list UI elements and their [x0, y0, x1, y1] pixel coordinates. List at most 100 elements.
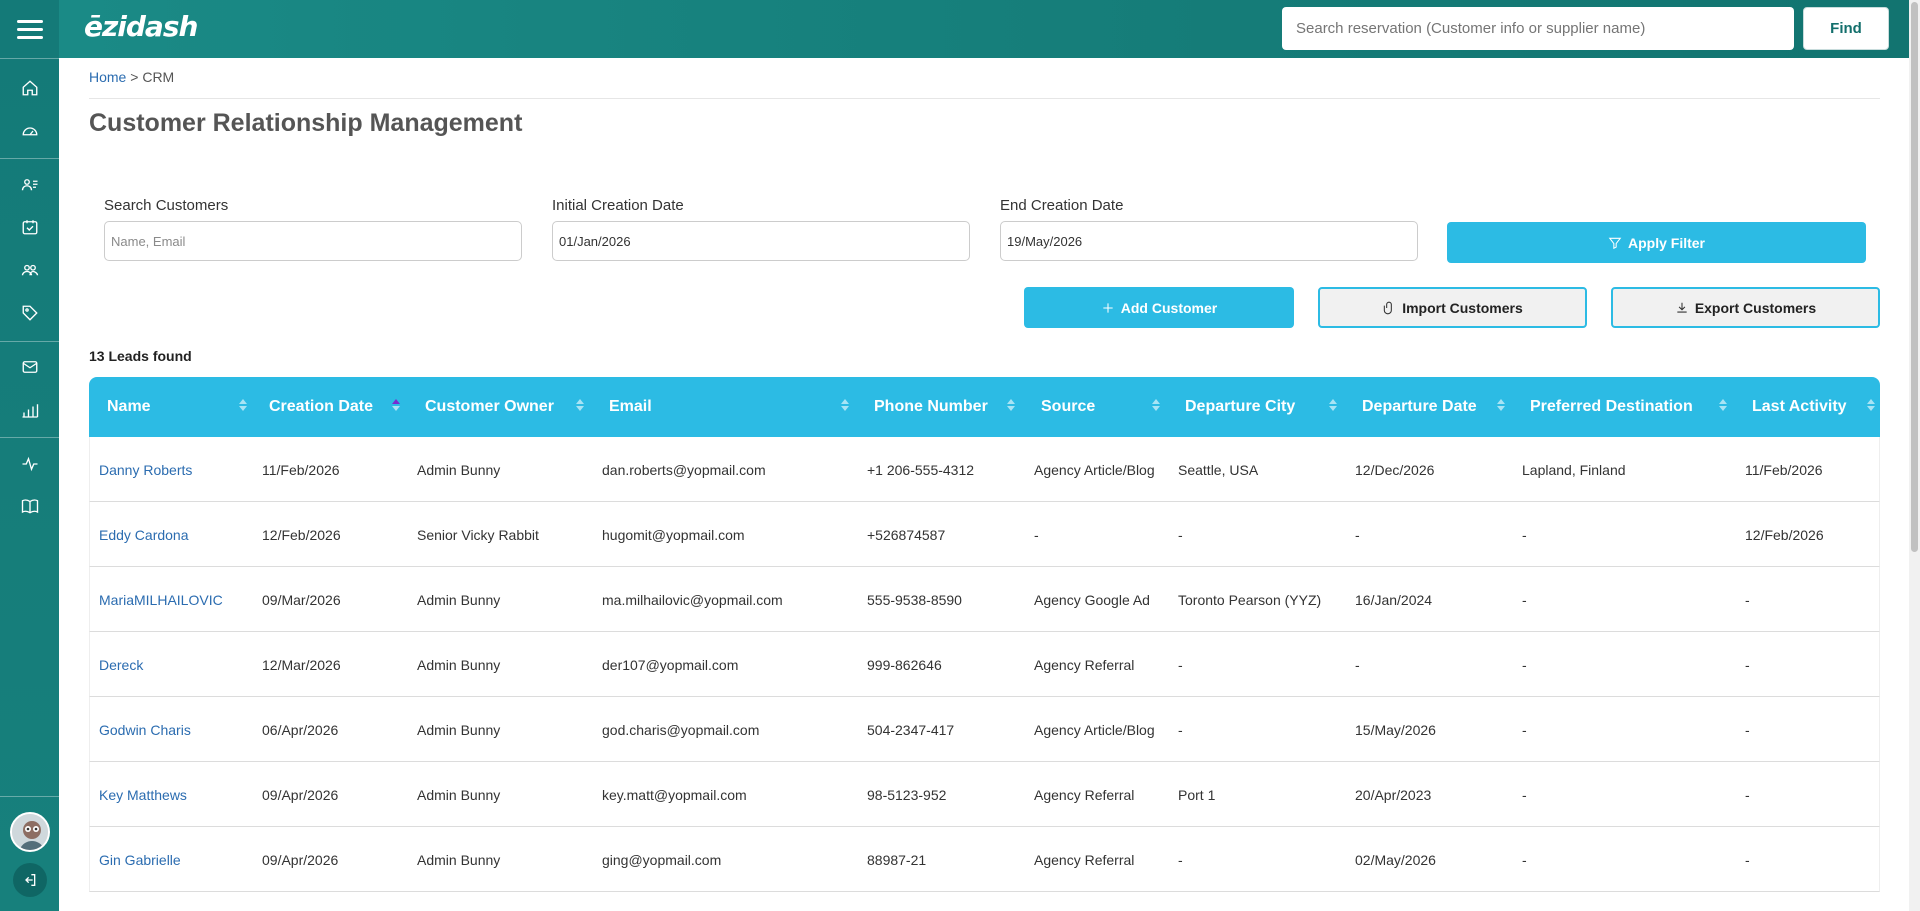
customer-name-link[interactable]: MariaMILHAILOVIC: [99, 567, 223, 632]
customer-name-link[interactable]: Gin Gabrielle: [99, 827, 181, 892]
column-last-activity-label: Last Activity: [1752, 398, 1847, 415]
apply-filter-button[interactable]: Apply Filter: [1447, 222, 1866, 263]
import-customers-button[interactable]: Import Customers: [1318, 287, 1587, 328]
logo[interactable]: ēzidash: [84, 10, 198, 43]
column-header-phone[interactable]: Phone Number: [874, 377, 988, 437]
customer-name-link[interactable]: Danny Roberts: [99, 437, 192, 502]
cell-departure-city: -: [1178, 851, 1183, 868]
table-row: Key Matthews 09/Apr/2026 Admin Bunny key.ma…: [89, 762, 1880, 827]
add-customer-label: Add Customer: [1120, 299, 1218, 316]
bar-chart-icon[interactable]: [19, 400, 41, 422]
customer-name-link[interactable]: Godwin Charis: [99, 697, 191, 762]
table-body: Danny Roberts 11/Feb/2026 Admin Bunny dan.r…: [89, 437, 1880, 892]
column-header-departure-city[interactable]: Departure City: [1185, 377, 1295, 437]
column-header-departure-date[interactable]: Departure Date: [1362, 377, 1477, 437]
customer-name-link[interactable]: Key Matthews: [99, 762, 187, 827]
cell-source: -: [1034, 526, 1039, 543]
export-customers-button[interactable]: Export Customers: [1611, 287, 1880, 328]
search-customers-input[interactable]: Name, Email: [104, 221, 522, 261]
cell-preferred-destination: -: [1522, 591, 1527, 608]
breadcrumb-separator: >: [126, 69, 143, 85]
cell-source: Agency Referral: [1034, 851, 1135, 868]
table-row: Dereck 12/Mar/2026 Admin Bunny der107@yopma…: [89, 632, 1880, 697]
cell-preferred-destination: Lapland, Finland: [1522, 461, 1626, 478]
sort-icon[interactable]: [1867, 399, 1875, 415]
logout-icon[interactable]: [13, 863, 47, 897]
book-icon[interactable]: [19, 495, 41, 517]
column-header-last-activity[interactable]: Last Activity: [1752, 377, 1847, 437]
menu-icon[interactable]: [17, 20, 43, 40]
cell-phone: 504-2347-417: [867, 721, 955, 738]
column-departure-date-label: Departure Date: [1362, 398, 1477, 415]
column-header-creation-date[interactable]: Creation Date: [269, 377, 373, 437]
reservation-search-input[interactable]: [1282, 7, 1794, 50]
cell-email: dan.roberts@yopmail.com: [602, 461, 766, 478]
sort-icon[interactable]: [239, 399, 247, 415]
column-name-label: Name: [107, 398, 151, 415]
cell-creation-date: 06/Apr/2026: [262, 721, 339, 738]
customer-name-link[interactable]: Eddy Cardona: [99, 502, 189, 567]
customers-table: Name Creation Date Customer Owner Email …: [89, 377, 1880, 892]
column-header-name[interactable]: Name: [107, 377, 151, 437]
end-date-input[interactable]: 19/May/2026: [1000, 221, 1418, 261]
cell-departure-city: Toronto Pearson (YYZ): [1178, 591, 1322, 608]
column-header-email[interactable]: Email: [609, 377, 652, 437]
customer-name-link[interactable]: Dereck: [99, 632, 143, 697]
cell-phone: 999-862646: [867, 656, 942, 673]
cell-preferred-destination: -: [1522, 786, 1527, 803]
column-creation-date-label: Creation Date: [269, 398, 374, 415]
sort-icon[interactable]: [1329, 399, 1337, 415]
sidebar: [0, 0, 59, 911]
dashboard-icon[interactable]: [19, 120, 41, 142]
column-phone-label: Phone Number: [874, 398, 988, 415]
activity-icon[interactable]: [19, 453, 41, 475]
initial-date-input[interactable]: 01/Jan/2026: [552, 221, 970, 261]
sort-icon[interactable]: [1497, 399, 1505, 415]
cell-customer-owner: Admin Bunny: [417, 591, 501, 608]
home-icon[interactable]: [19, 77, 41, 99]
page-scrollbar[interactable]: [1909, 0, 1920, 911]
search-customers-label: Search Customers: [104, 197, 229, 214]
column-customer-owner-label: Customer Owner: [425, 398, 554, 415]
sort-active-icon[interactable]: [392, 399, 400, 415]
table-row: Eddy Cardona 12/Feb/2026 Senior Vicky Rabb…: [89, 502, 1880, 567]
tag-icon[interactable]: [19, 302, 41, 324]
apply-filter-label: Apply Filter: [1627, 234, 1705, 251]
avatar[interactable]: [10, 812, 50, 852]
column-header-source[interactable]: Source: [1041, 377, 1095, 437]
cell-source: Agency Referral: [1034, 786, 1135, 803]
end-date-label: End Creation Date: [1000, 197, 1124, 214]
cell-last-activity: -: [1745, 656, 1750, 673]
breadcrumb: Home > CRM: [89, 69, 174, 85]
users-icon[interactable]: [19, 259, 41, 281]
cell-preferred-destination: -: [1522, 656, 1527, 673]
cell-customer-owner: Admin Bunny: [417, 786, 501, 803]
breadcrumb-home-link[interactable]: Home: [89, 69, 126, 85]
column-header-customer-owner[interactable]: Customer Owner: [425, 377, 554, 437]
cell-phone: +526874587: [867, 526, 946, 543]
sort-icon[interactable]: [1007, 399, 1015, 415]
cell-last-activity: 11/Feb/2026: [1745, 461, 1823, 478]
cell-departure-date: -: [1355, 526, 1360, 543]
sort-icon[interactable]: [1719, 399, 1727, 415]
column-preferred-destination-label: Preferred Destination: [1530, 398, 1693, 415]
cell-customer-owner: Admin Bunny: [417, 461, 501, 478]
add-customer-button[interactable]: Add Customer: [1024, 287, 1294, 328]
sort-icon[interactable]: [1152, 399, 1160, 415]
column-header-preferred-destination[interactable]: Preferred Destination: [1530, 377, 1693, 437]
sort-icon[interactable]: [841, 399, 849, 415]
scrollbar-thumb[interactable]: [1911, 2, 1918, 552]
calendar-check-icon[interactable]: [19, 216, 41, 238]
filter-icon: [1608, 237, 1622, 249]
cell-departure-city: -: [1178, 656, 1183, 673]
sidebar-divider: [0, 58, 59, 59]
find-button[interactable]: Find: [1803, 7, 1889, 50]
cell-preferred-destination: -: [1522, 526, 1527, 543]
cell-departure-date: 12/Dec/2026: [1355, 461, 1435, 478]
cell-departure-city: -: [1178, 721, 1183, 738]
contacts-icon[interactable]: [19, 174, 41, 196]
page-title: Customer Relationship Management: [89, 109, 523, 137]
table-row: MariaMILHAILOVIC 09/Mar/2026 Admin Bunny ma…: [89, 567, 1880, 632]
sort-icon[interactable]: [576, 399, 584, 415]
mail-icon[interactable]: [19, 356, 41, 378]
